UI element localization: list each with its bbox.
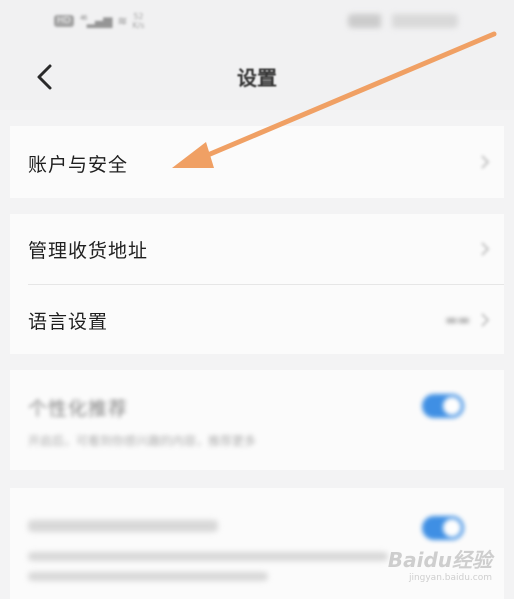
blurred-line: [28, 572, 268, 581]
status-indicators: HD 46▂▄▆ ≋ 52 K/s: [54, 12, 144, 30]
personalized-recommendation-toggle[interactable]: [422, 394, 464, 418]
status-right-blurred: [348, 14, 458, 28]
personalized-recommendation-label: 个性化推荐: [28, 398, 129, 420]
network-speed: 52 K/s: [132, 12, 144, 30]
watermark: Baidu经验 jingyan.baidu.com: [388, 544, 492, 583]
blurred-line: [28, 552, 388, 561]
network-speed-value: 52: [133, 12, 144, 21]
settings-item-personalized-recommendation: 个性化推荐 开启后，可看到你感兴趣的内容，推荐更多: [10, 370, 504, 470]
settings-group-general: 管理收货地址 语言设置 ▬▬: [10, 214, 504, 354]
status-bar: HD 46▂▄▆ ≋ 52 K/s: [0, 0, 514, 44]
language-label: 语言设置: [28, 311, 109, 333]
nav-bar: 设置: [0, 44, 514, 110]
watermark-brand: Baidu经验: [387, 548, 492, 572]
hd-badge: HD: [54, 15, 74, 27]
settings-item-shipping-address[interactable]: 管理收货地址: [10, 214, 504, 284]
blurred-toggle[interactable]: [422, 516, 464, 540]
chevron-right-icon: [481, 242, 490, 256]
account-security-label: 账户与安全: [28, 154, 129, 176]
network-speed-unit: K/s: [132, 21, 145, 30]
chevron-right-icon: [481, 313, 490, 327]
wifi-icon: ≋: [117, 14, 127, 28]
personalized-recommendation-desc: 开启后，可看到你感兴趣的内容，推荐更多: [28, 434, 257, 448]
settings-item-account-security[interactable]: 账户与安全: [10, 126, 504, 198]
network-type: 46: [79, 14, 88, 22]
chevron-right-icon: [481, 155, 490, 169]
shipping-address-label: 管理收货地址: [28, 240, 149, 262]
language-value-blurred: ▬▬: [445, 313, 470, 328]
page-title: 设置: [237, 66, 277, 90]
blurred-title: [28, 520, 218, 532]
settings-item-language[interactable]: 语言设置 ▬▬: [10, 285, 504, 354]
signal-icon: 46▂▄▆: [79, 14, 113, 28]
watermark-site: jingyan.baidu.com: [408, 573, 492, 583]
